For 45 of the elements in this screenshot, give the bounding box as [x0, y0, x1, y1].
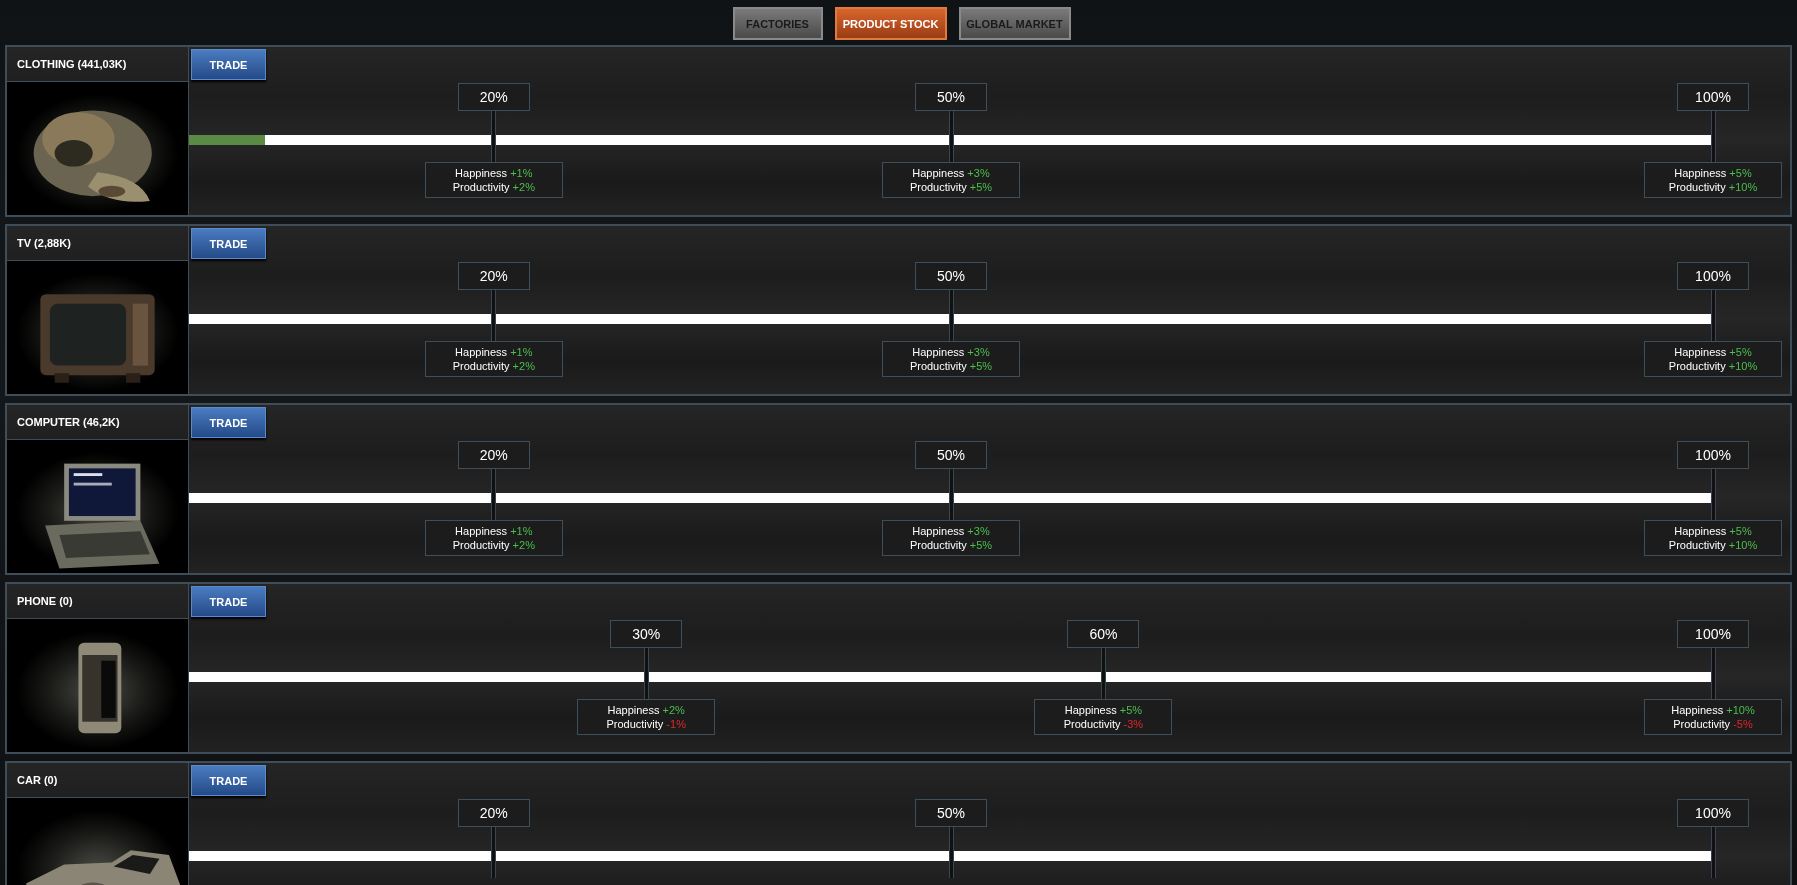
effect-text: Happiness +5%	[1674, 166, 1752, 180]
milestone-label: 100%	[1677, 799, 1749, 827]
milestone-label: 50%	[915, 262, 987, 290]
effect-text: Productivity +2%	[452, 538, 535, 552]
effect-text: Happiness +10%	[1671, 703, 1755, 717]
milestone-label: 100%	[1677, 262, 1749, 290]
effect-text: Happiness +1%	[455, 524, 533, 538]
milestone-label: 20%	[457, 262, 530, 290]
trade-button[interactable]: TRADE	[191, 765, 266, 796]
milestone-label: 50%	[915, 441, 987, 469]
effect-text: Productivity -1%	[606, 717, 686, 731]
trade-button[interactable]: TRADE	[191, 228, 266, 259]
milestone-label: 20%	[457, 83, 530, 111]
effect-text: Productivity -3%	[1063, 717, 1144, 731]
effect-text: Productivity +10%	[1668, 180, 1758, 194]
effect-text: Happiness +3%	[912, 345, 990, 359]
milestone-label: 30%	[610, 620, 683, 648]
effect-text: Happiness +3%	[912, 166, 990, 180]
effect-text: Productivity +10%	[1668, 359, 1758, 373]
milestone-label: 50%	[915, 83, 987, 111]
trade-button[interactable]: TRADE	[191, 49, 266, 80]
effect-text: Happiness +1%	[455, 345, 533, 359]
milestone-label: 100%	[1677, 620, 1749, 648]
milestone-label: 20%	[457, 799, 530, 827]
milestone-label: 100%	[1677, 83, 1749, 111]
tab[interactable]: PRODUCT STOCK	[834, 7, 947, 40]
effect-text: Happiness +1%	[455, 166, 533, 180]
effect-text: Productivity +5%	[909, 359, 993, 373]
effect-text: Happiness +3%	[912, 524, 990, 538]
milestone-label: 20%	[457, 441, 530, 469]
effect-text: Productivity +10%	[1668, 538, 1758, 552]
milestone-label: 50%	[915, 799, 987, 827]
effect-text: Productivity +2%	[452, 359, 535, 373]
effect-text: Productivity +2%	[452, 180, 535, 194]
effect-text: Happiness +5%	[1064, 703, 1143, 717]
effect-text: Happiness +5%	[1674, 524, 1752, 538]
effect-text: Productivity -5%	[1673, 717, 1753, 731]
trade-button[interactable]: TRADE	[191, 407, 266, 438]
milestone-label: 100%	[1677, 441, 1749, 469]
effect-text: Happiness +2%	[607, 703, 685, 717]
effect-text: Happiness +5%	[1674, 345, 1752, 359]
effect-text: Productivity +5%	[909, 538, 993, 552]
effect-text: Productivity +5%	[909, 180, 993, 194]
trade-button[interactable]: TRADE	[191, 586, 266, 617]
milestone-label: 60%	[1067, 620, 1140, 648]
